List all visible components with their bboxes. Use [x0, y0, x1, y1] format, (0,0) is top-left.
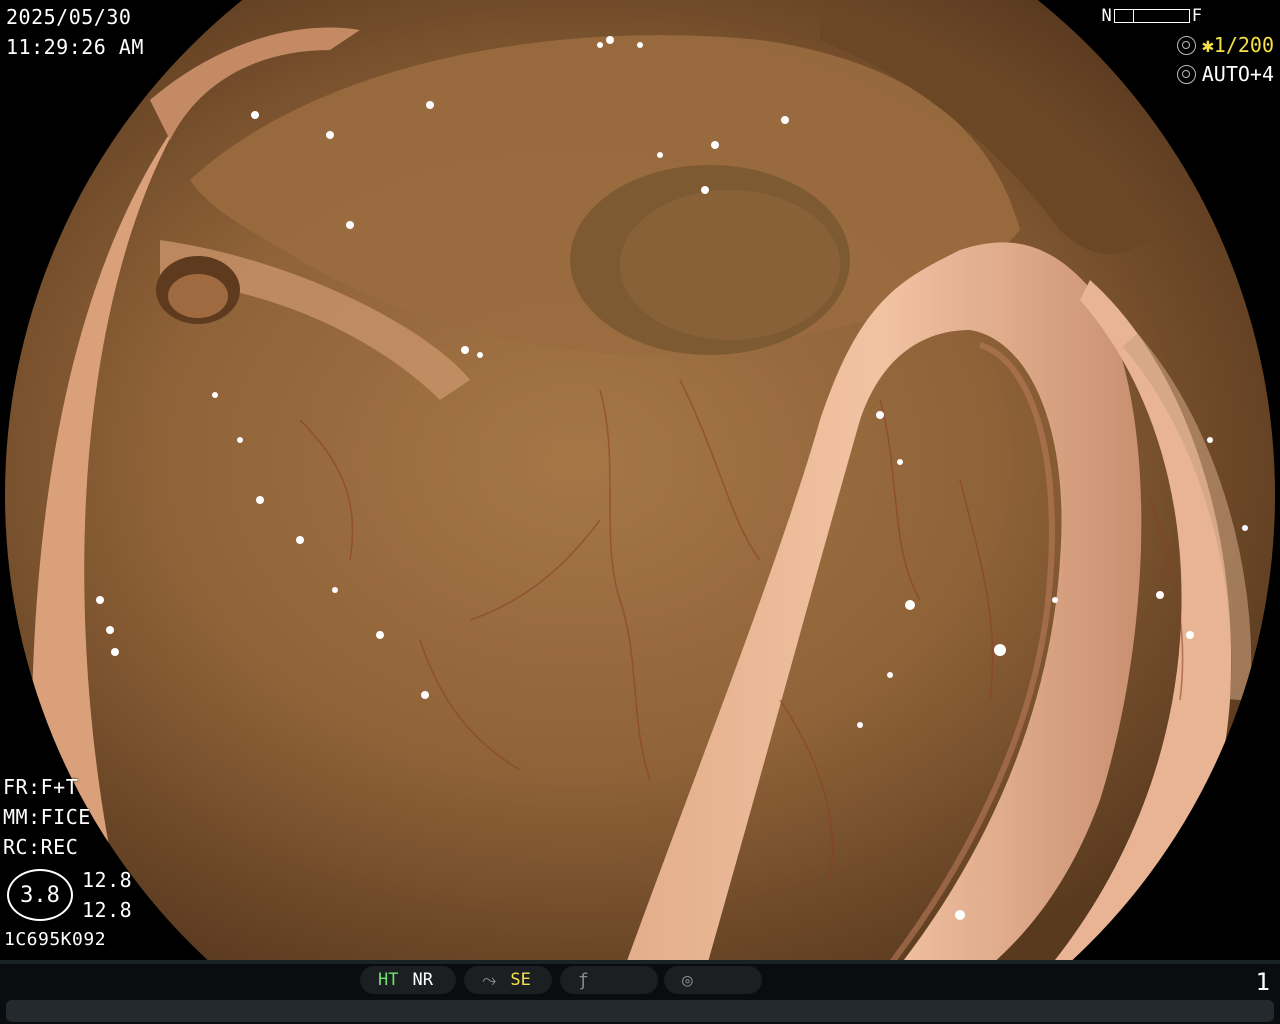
near-label: N [1101, 6, 1112, 26]
color-icon: ƒ [578, 969, 589, 991]
ring-values: 12.8 12.8 [82, 865, 132, 925]
shutter-value: ✱1/200 [1201, 33, 1274, 57]
fr-readout: FR:F+T [3, 775, 79, 799]
scope-pill[interactable]: ◎ [664, 966, 762, 994]
ring-value: 3.8 [20, 882, 60, 908]
date-readout: 2025/05/30 [6, 5, 132, 29]
near-far-indicator: N F [1102, 6, 1203, 26]
se-label: SE [510, 970, 531, 990]
mode-info: FR:F+T MM:FICE RC:REC [3, 772, 91, 862]
shutter-readout: ✱1/200 [1176, 33, 1274, 57]
ht-label: HT [378, 970, 399, 990]
ring-indicator: 3.8 [7, 869, 73, 921]
rc-readout: RC:REC [3, 835, 79, 859]
endoscope-view [0, 0, 1280, 960]
iris-value: AUTO+4 [1201, 62, 1274, 86]
se-pill[interactable]: ⤳ SE [464, 966, 552, 994]
far-label: F [1191, 6, 1202, 26]
page-number: 1 [1255, 968, 1270, 996]
nr-label: NR [412, 970, 433, 990]
time-readout: 11:29:26 AM [6, 35, 144, 59]
status-bar-divider [0, 960, 1280, 964]
shutter-icon [1176, 35, 1196, 55]
iris-icon [1176, 64, 1196, 84]
status-bar: HT NR ⤳ SE ƒ ◎ 1 [0, 960, 1280, 1024]
iris-readout: AUTO+4 [1176, 62, 1274, 86]
scope-icon: ◎ [682, 969, 693, 991]
ht-nr-pill[interactable]: HT NR [360, 966, 456, 994]
enhance-icon: ⤳ [482, 969, 497, 991]
near-far-bar [1113, 9, 1190, 23]
scope-code: 1C695K092 [4, 929, 107, 950]
mm-readout: MM:FICE [3, 805, 91, 829]
bottom-strip [6, 1000, 1274, 1022]
ring-value-1: 12.8 [82, 868, 133, 892]
color-pill[interactable]: ƒ [560, 966, 658, 994]
ring-value-2: 12.8 [82, 898, 133, 922]
colon-image [0, 0, 1280, 960]
